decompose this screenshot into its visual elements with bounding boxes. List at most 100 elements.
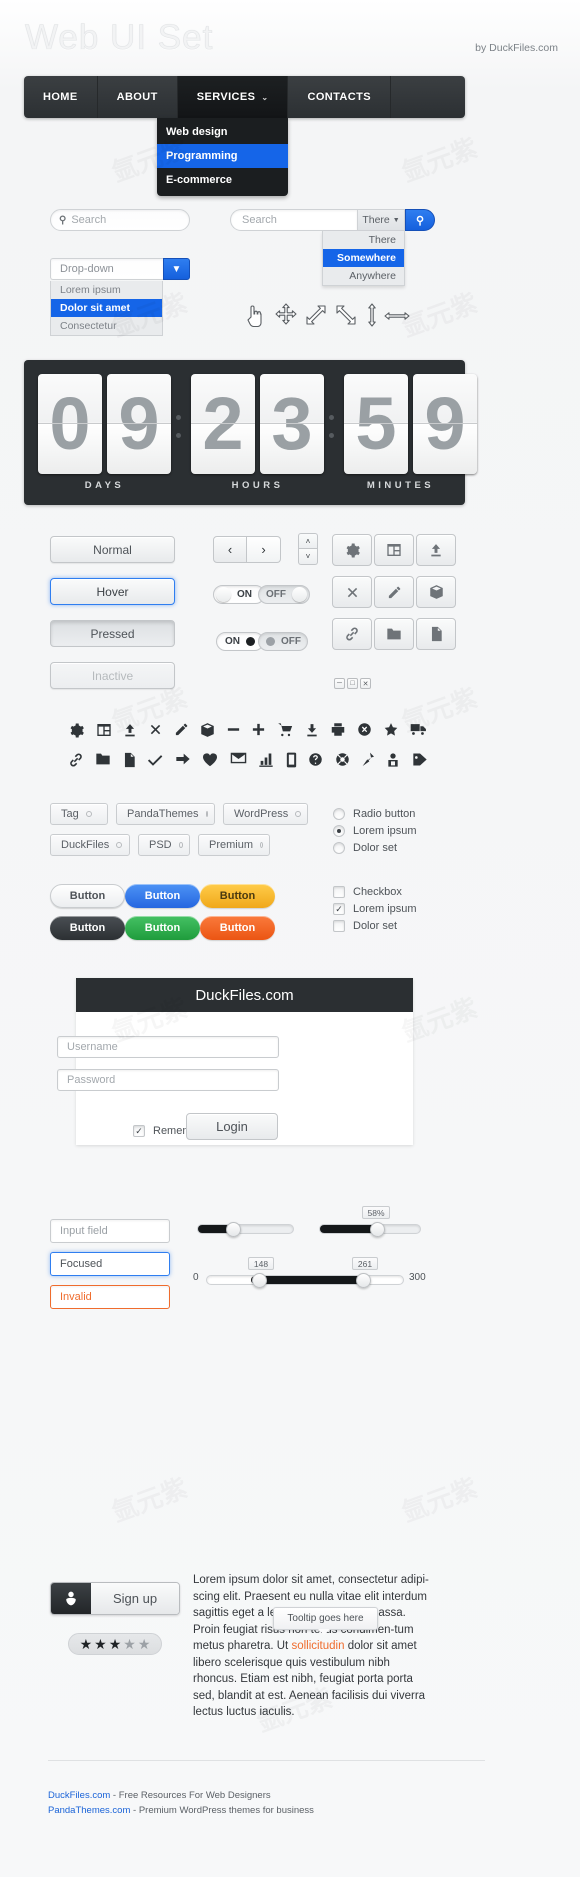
submenu-item-programming[interactable]: Programming [157, 144, 288, 168]
arrow-right-icon[interactable] [175, 752, 191, 766]
link-icon[interactable] [68, 752, 84, 768]
button-hover[interactable]: Hover [50, 578, 175, 605]
icon-button-pencil[interactable] [374, 576, 414, 608]
search-submit-button[interactable]: ⚲ [405, 209, 435, 231]
cart-icon[interactable] [277, 722, 294, 738]
button-pressed[interactable]: Pressed [50, 620, 175, 647]
mobile-icon[interactable] [286, 752, 297, 768]
check-icon[interactable] [147, 752, 163, 766]
nav-item-home[interactable]: HOME [24, 76, 98, 118]
radio-option-1[interactable]: Radio button [333, 808, 415, 820]
spinner-up-button[interactable]: ˄ [298, 533, 318, 549]
minus-icon[interactable] [226, 722, 241, 737]
star-icon[interactable] [383, 722, 399, 737]
star-icon[interactable]: ★ [80, 1636, 93, 1653]
pin-icon[interactable] [361, 752, 375, 768]
slider-handle-left[interactable] [226, 1222, 241, 1237]
file-icon[interactable] [123, 752, 136, 768]
search-scope-select[interactable]: There ▼ [357, 209, 405, 231]
scoped-search-input[interactable]: Search [230, 209, 357, 231]
color-button-blue[interactable]: Button [125, 884, 200, 908]
maximize-icon[interactable]: □ [347, 678, 358, 689]
color-button-dark[interactable]: Button [50, 916, 125, 940]
nav-item-contacts[interactable]: CONTACTS [288, 76, 391, 118]
user-badge-icon[interactable] [386, 752, 400, 768]
download-icon[interactable] [305, 722, 319, 738]
checkbox-option-1[interactable]: Checkbox [333, 886, 402, 898]
scope-option-there[interactable]: There [323, 231, 404, 249]
color-button-yellow[interactable]: Button [200, 884, 275, 908]
dropdown-option-consectetur[interactable]: Consectetur [51, 317, 162, 335]
dropdown-option-lorem[interactable]: Lorem ipsum [51, 281, 162, 299]
minimize-icon[interactable]: ─ [334, 678, 345, 689]
icon-button-upload[interactable] [416, 534, 456, 566]
range-handle-low[interactable] [252, 1273, 267, 1288]
footer-link-duckfiles[interactable]: DuckFiles.com [48, 1790, 110, 1801]
upload-icon[interactable] [123, 722, 137, 738]
icon-button-folder[interactable] [374, 618, 414, 650]
tag-chip[interactable]: Tag [50, 803, 108, 825]
heart-icon[interactable] [202, 752, 218, 767]
nav-item-services[interactable]: SERVICES ⌄ [177, 76, 289, 118]
star-icon[interactable]: ★ [109, 1636, 122, 1653]
toggle-off-text[interactable]: OFF [258, 585, 310, 604]
signup-button[interactable]: Sign up [50, 1582, 180, 1615]
color-button-green[interactable]: Button [125, 916, 200, 940]
radio-option-2[interactable]: Lorem ipsum [333, 825, 417, 837]
gear-icon[interactable] [68, 722, 85, 739]
search-input[interactable]: ⚲ Search [50, 209, 190, 231]
bar-chart-icon[interactable] [258, 752, 274, 767]
checkbox-option-3[interactable]: Dolor set [333, 920, 397, 932]
range-track[interactable] [206, 1275, 404, 1285]
tag-chip[interactable]: PSD [138, 834, 190, 856]
help-icon[interactable] [308, 752, 323, 767]
nav-item-about[interactable]: ABOUT [98, 76, 178, 118]
star-icon[interactable]: ★ [123, 1636, 136, 1653]
username-field[interactable]: Username [57, 1036, 279, 1058]
dropdown-option-dolor[interactable]: Dolor sit amet [51, 299, 162, 317]
checkbox-indicator[interactable] [333, 920, 345, 932]
checkbox-option-2[interactable]: ✓ Lorem ipsum [333, 903, 417, 915]
radio-indicator[interactable] [333, 842, 345, 854]
close-icon[interactable]: ✕ [360, 678, 371, 689]
tag-icon[interactable] [412, 752, 428, 767]
next-button[interactable]: › [247, 536, 281, 563]
submenu-item-web-design[interactable]: Web design [157, 120, 288, 144]
box-icon[interactable] [200, 722, 215, 738]
truck-icon[interactable] [410, 722, 428, 736]
scope-option-anywhere[interactable]: Anywhere [323, 267, 404, 285]
spinner-down-button[interactable]: ˅ [298, 549, 318, 565]
rating-stars[interactable]: ★ ★ ★ ★ ★ [68, 1633, 162, 1655]
star-icon[interactable]: ★ [94, 1636, 107, 1653]
input-field-focused[interactable]: Focused [50, 1252, 170, 1276]
tag-chip[interactable]: Premium [198, 834, 270, 856]
lifebuoy-icon[interactable] [335, 752, 350, 767]
cancel-circle-icon[interactable] [357, 722, 372, 737]
prev-button[interactable]: ‹ [213, 536, 247, 563]
login-button[interactable]: Login [186, 1113, 278, 1140]
radio-indicator[interactable] [333, 825, 345, 837]
checkbox-indicator[interactable]: ✓ [333, 903, 345, 915]
footer-link-pandathemes[interactable]: PandaThemes.com [48, 1805, 130, 1816]
star-icon[interactable]: ★ [138, 1636, 151, 1653]
checkbox-indicator[interactable] [333, 886, 345, 898]
radio-indicator[interactable] [333, 808, 345, 820]
pencil-icon[interactable] [174, 722, 189, 737]
submenu-item-ecommerce[interactable]: E-commerce [157, 168, 288, 192]
mail-icon[interactable] [230, 752, 247, 764]
paragraph-highlight-link[interactable]: sollicitudin [291, 1640, 344, 1652]
input-field-normal[interactable]: Input field [50, 1219, 170, 1243]
close-x-icon[interactable] [148, 722, 163, 737]
icon-button-link[interactable] [332, 618, 372, 650]
printer-icon[interactable] [330, 722, 346, 737]
icon-button-box[interactable] [416, 576, 456, 608]
dropdown-select[interactable]: Drop-down ▼ [50, 258, 190, 280]
radio-option-3[interactable]: Dolor set [333, 842, 397, 854]
window-icon[interactable] [96, 722, 112, 738]
icon-button-gear[interactable] [332, 534, 372, 566]
icon-button-close[interactable] [332, 576, 372, 608]
chevron-down-icon[interactable]: ▼ [163, 258, 190, 280]
color-button-white[interactable]: Button [50, 884, 125, 908]
toggle-off-dot[interactable]: OFF [258, 632, 308, 651]
password-field[interactable]: Password [57, 1069, 279, 1091]
